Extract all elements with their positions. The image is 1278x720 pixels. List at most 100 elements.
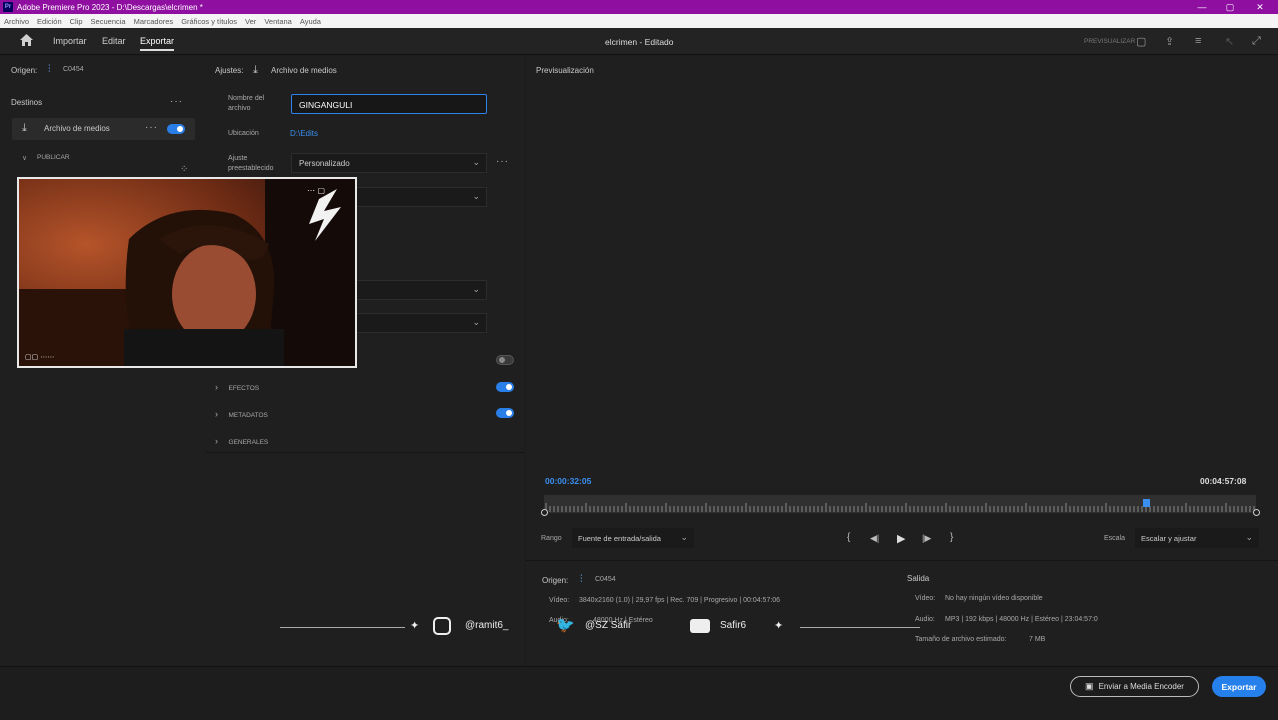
workspace-label[interactable]: PREVISUALIZAR [1084,38,1135,45]
playhead[interactable] [1143,499,1151,507]
close-window-button[interactable]: ✕ [1246,0,1274,14]
section-efectos[interactable]: › EFECTOS [215,382,515,394]
metadatos-toggle[interactable] [496,408,514,418]
output-audio-value: MP3 | 192 kbps | 48000 Hz | Estéreo | 23… [945,616,1098,623]
end-timecode: 00:04:57:08 [1200,476,1247,486]
preset-dropdown[interactable]: Personalizado ⌄ [291,153,487,173]
tab-importar[interactable]: Importar [53,36,87,46]
youtube-handle: Safir6 [720,620,747,631]
media-file-more-icon[interactable]: ··· [145,122,158,133]
premiere-app-icon: Pr [3,2,13,12]
project-title: elcrimen - Editado [605,37,674,47]
out-point-handle[interactable] [1253,509,1260,516]
window-title: Adobe Premiere Pro 2023 - D:\Descargas\e… [17,2,203,12]
section-efectos-label: EFECTOS [228,385,260,392]
tab-exportar[interactable]: Exportar [140,36,175,51]
export-button[interactable]: Exportar [1212,676,1266,697]
captions-toggle[interactable] [496,355,514,365]
current-timecode[interactable]: 00:00:32:05 [545,476,591,486]
chevron-down-icon: ⌄ [472,157,480,167]
in-point-handle[interactable] [541,509,548,516]
source-info-value: C0454 [595,576,616,583]
webcam-image: ⋯ ▢ ▢▢ ⋯⋯ [19,179,355,366]
output-size-value: 7 MB [1029,636,1046,643]
cursor-icon[interactable]: ↖ [1225,35,1234,48]
output-info-label: Salida [907,574,930,583]
overlay-line [800,627,920,628]
chevron-down-icon[interactable]: ∨ [22,154,27,162]
range-dropdown[interactable]: Fuente de entrada/salida ⌄ [572,528,694,548]
scale-label: Escala [1104,535,1126,542]
preview-title: Previsualización [536,66,594,75]
destinations-more-icon[interactable]: ··· [170,96,183,107]
social-overlay: ✦ @ramit6_ 🐦 @SZ Safir Safir6 ✦ [280,616,920,640]
scale-value: Escalar y ajustar [1141,534,1197,543]
range-value: Fuente de entrada/salida [578,534,661,543]
output-video-value: No hay ningún vídeo disponible [945,595,1043,602]
sequence-icon: ⫶ [580,574,583,585]
instagram-handle: @ramit6_ [465,620,509,631]
home-icon[interactable] [20,34,33,46]
fullscreen-icon[interactable]: ⤢ [1252,35,1261,48]
media-file-icon: ⤓ [253,64,258,76]
menu-lines-icon[interactable]: ≡ [1195,35,1201,47]
output-video-label: Vídeo: [915,595,936,602]
section-metadatos[interactable]: › METADATOS [215,409,515,421]
media-file-toggle[interactable] [167,124,185,134]
twitter-icon: 🐦 [556,617,575,634]
instagram-icon [433,617,451,635]
source-video-value: 3840x2160 (1.0) | 29,97 fps | Rec. 709 |… [579,597,781,604]
share-icon[interactable]: ⇪ [1165,35,1174,48]
step-back-icon[interactable]: ◀| [870,533,879,544]
origin-value: C0454 [63,66,84,73]
menu-ver[interactable]: Ver [245,17,256,26]
menu-edicion[interactable]: Edición [37,17,62,26]
publish-label: PUBLICAR [37,154,70,161]
play-icon[interactable]: ▶ [897,532,905,545]
filename-input[interactable]: GINGANGULI [291,94,487,114]
menu-ventana[interactable]: Ventana [264,17,292,26]
location-link[interactable]: D:\Edits [290,129,318,138]
send-to-media-encoder-button[interactable]: ▣ Enviar a Media Encoder [1070,676,1199,697]
maximize-button[interactable]: ▢ [1216,0,1244,14]
chevron-down-icon: ⌄ [472,317,480,327]
preset-more-icon[interactable]: ··· [496,156,509,167]
download-icon: ⤓ [22,122,27,134]
menu-archivo[interactable]: Archivo [4,17,29,26]
add-destination-icon[interactable]: ⁘ [180,164,188,175]
svg-text:⋯ ▢: ⋯ ▢ [307,186,325,195]
sparkle-icon: ✦ [774,620,784,632]
source-info-label: Origen: [542,576,569,585]
sequence-icon: ⫶ [48,64,51,75]
efectos-toggle[interactable] [496,382,514,392]
footer-bar: ▣ Enviar a Media Encoder Exportar [0,666,1278,720]
menu-graficos[interactable]: Gráficos y títulos [181,17,237,26]
title-bar: Pr Adobe Premiere Pro 2023 - D:\Descarga… [0,0,1278,14]
mark-out-icon[interactable]: } [950,532,953,543]
range-label: Rango [541,535,562,542]
step-forward-icon[interactable]: |▶ [922,533,931,544]
minimize-button[interactable]: — [1188,0,1216,14]
youtube-icon [690,619,710,633]
tab-editar[interactable]: Editar [102,36,126,46]
overlay-line [280,627,405,628]
quick-export-icon[interactable]: ▢ [1136,35,1146,48]
menu-clip[interactable]: Clip [70,17,83,26]
menu-ayuda[interactable]: Ayuda [300,17,321,26]
section-generales[interactable]: › GENERALES [215,436,515,448]
scale-dropdown[interactable]: Escalar y ajustar ⌄ [1135,528,1259,548]
source-video-label: Vídeo: [549,597,570,604]
sparkle-icon: ✦ [410,620,420,632]
chevron-down-icon: ⌄ [472,284,480,294]
media-encoder-icon: ▣ [1085,681,1094,691]
preview-viewer [526,84,1278,489]
mark-in-icon[interactable]: { [847,532,850,543]
media-file-destination[interactable]: ⤓ Archivo de medios ··· [12,118,195,140]
menu-marcadores[interactable]: Marcadores [134,17,174,26]
section-generales-label: GENERALES [228,439,269,446]
origin-label: Origen: [11,66,38,75]
menu-secuencia[interactable]: Secuencia [91,17,126,26]
media-file-label: Archivo de medios [44,124,110,133]
settings-title-value: Archivo de medios [271,66,337,75]
workspace-header: Importar Editar Exportar elcrimen - Edit… [0,28,1278,55]
